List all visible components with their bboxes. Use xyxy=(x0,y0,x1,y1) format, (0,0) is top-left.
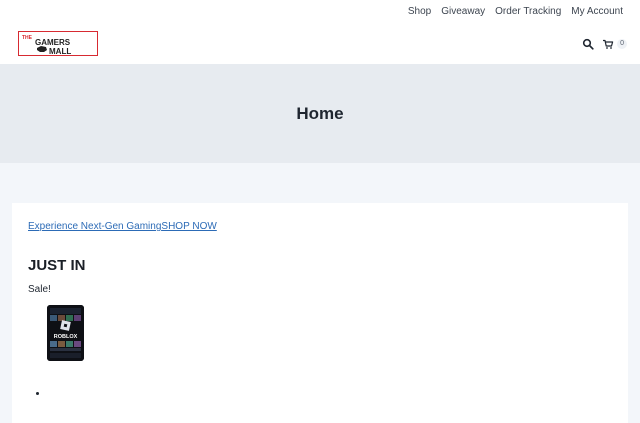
logo-line-2: GAMERS xyxy=(35,38,71,47)
nav-my-account[interactable]: My Account xyxy=(571,6,623,17)
search-icon[interactable] xyxy=(582,38,594,50)
product-image-roblox-gift-card[interactable]: ROBLOX xyxy=(47,305,84,361)
nav-giveaway[interactable]: Giveaway xyxy=(441,6,485,17)
page-hero: Home xyxy=(0,64,640,163)
gift-card-brand: ROBLOX xyxy=(54,334,78,340)
section-title: JUST IN xyxy=(28,257,86,274)
header-actions: 0 xyxy=(582,38,627,50)
logo-line-3: MALL xyxy=(49,47,71,56)
site-logo[interactable]: THE GAMERS MALL xyxy=(18,31,98,56)
content-card: Experience Next-Gen GamingSHOP NOW JUST … xyxy=(12,203,628,423)
promo-cta: SHOP NOW xyxy=(161,221,217,232)
page-title: Home xyxy=(296,104,344,123)
nav-order-tracking[interactable]: Order Tracking xyxy=(495,6,561,17)
promo-text: Experience Next-Gen Gaming xyxy=(28,221,162,232)
cart-count-badge: 0 xyxy=(617,39,627,49)
logo-graphic: THE GAMERS MALL xyxy=(22,35,71,56)
list-bullet xyxy=(36,392,39,395)
cart-icon xyxy=(603,39,614,49)
sale-badge: Sale! xyxy=(28,284,51,295)
logo-line-1: THE xyxy=(22,35,33,41)
cart-button[interactable]: 0 xyxy=(602,38,627,50)
nav-shop[interactable]: Shop xyxy=(408,6,431,17)
promo-link[interactable]: Experience Next-Gen GamingSHOP NOW xyxy=(28,221,217,232)
top-navigation: Shop Giveaway Order Tracking My Account xyxy=(408,6,623,17)
gift-card-graphic: ROBLOX xyxy=(47,305,84,361)
site-header: Shop Giveaway Order Tracking My Account … xyxy=(0,0,640,64)
